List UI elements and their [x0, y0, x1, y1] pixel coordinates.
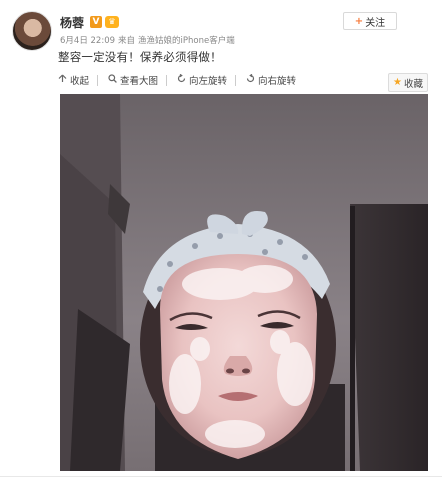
- star-icon: ★: [393, 77, 402, 88]
- post-source[interactable]: 渔渔姑娘的iPhone客户端: [138, 36, 235, 46]
- post-date[interactable]: 6月4日 22:09: [60, 36, 115, 46]
- collect-label: 收藏: [403, 78, 423, 90]
- toolbar-divider: [97, 74, 99, 86]
- magnifier-icon: [108, 74, 117, 86]
- name-row: 杨蓉 V ♛: [60, 14, 120, 31]
- post-header: 杨蓉 V ♛ 6月4日 22:09 来自 渔渔姑娘的iPhone客户端 + 关注: [0, 0, 442, 51]
- member-crown-icon[interactable]: ♛: [105, 16, 120, 28]
- rotate-right-icon: [246, 73, 255, 86]
- follow-label: 关注: [365, 17, 386, 29]
- collapse-label: 收起: [70, 76, 90, 87]
- post-meta: 6月4日 22:09 来自 渔渔姑娘的iPhone客户端: [60, 34, 235, 46]
- rotate-left-label: 向左旋转: [189, 76, 228, 87]
- rotate-left-icon: [177, 73, 186, 86]
- source-prefix: 来自: [118, 36, 136, 46]
- collapse-arrow-icon: [58, 74, 67, 86]
- view-large-button[interactable]: 查看大图: [108, 73, 158, 87]
- bottom-divider: [0, 476, 442, 477]
- view-large-label: 查看大图: [120, 76, 159, 87]
- toolbar-divider: [166, 74, 168, 86]
- rotate-left-button[interactable]: 向左旋转: [177, 73, 227, 87]
- follow-button[interactable]: + 关注: [343, 12, 397, 30]
- post-photo-illustration: [60, 94, 428, 471]
- toolbar-divider: [235, 74, 237, 86]
- avatar[interactable]: [12, 11, 52, 51]
- post-text: 整容一定没有！保养必须得做！: [58, 50, 222, 64]
- rotate-right-button[interactable]: 向右旋转: [246, 73, 296, 87]
- rotate-right-label: 向右旋转: [258, 76, 297, 87]
- post-photo[interactable]: [60, 94, 428, 471]
- verified-badge-icon[interactable]: V: [90, 16, 103, 28]
- plus-icon: +: [354, 15, 364, 27]
- collect-button[interactable]: ★ 收藏: [388, 73, 428, 92]
- image-toolbar: 收起 查看大图 向左旋转 向右旋转: [58, 72, 308, 88]
- username[interactable]: 杨蓉: [60, 14, 84, 31]
- collapse-button[interactable]: 收起: [58, 73, 89, 87]
